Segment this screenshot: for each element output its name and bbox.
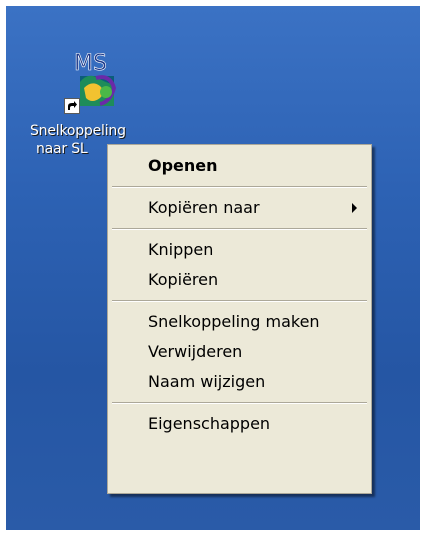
logo-text: MS bbox=[74, 51, 107, 76]
menu-item-kopieren[interactable]: Kopiëren bbox=[108, 265, 371, 295]
menu-separator bbox=[112, 228, 367, 230]
menu-item-label: Kopiëren naar bbox=[148, 198, 260, 217]
menu-separator bbox=[112, 300, 367, 302]
menu-item-knippen[interactable]: Knippen bbox=[108, 235, 371, 265]
screenshot-frame: MS Snelkoppeling naar SL Openen Kopiëren… bbox=[0, 0, 439, 535]
menu-item-naam-wijzigen[interactable]: Naam wijzigen bbox=[108, 367, 371, 397]
submenu-arrow-icon bbox=[352, 203, 357, 213]
desktop-shortcut[interactable]: MS bbox=[64, 48, 128, 118]
menu-item-openen[interactable]: Openen bbox=[108, 151, 371, 181]
menu-separator bbox=[112, 402, 367, 404]
menu-item-kopieren-naar[interactable]: Kopiëren naar bbox=[108, 193, 371, 223]
shortcut-label-line1: Snelkoppeling bbox=[30, 123, 126, 139]
context-menu: Openen Kopiëren naar Knippen Kopiëren Sn… bbox=[107, 144, 372, 494]
menu-item-eigenschappen[interactable]: Eigenschappen bbox=[108, 409, 371, 439]
menu-item-verwijderen[interactable]: Verwijderen bbox=[108, 337, 371, 367]
desktop-background[interactable]: MS Snelkoppeling naar SL Openen Kopiëren… bbox=[6, 6, 420, 530]
menu-item-snelkoppeling-maken[interactable]: Snelkoppeling maken bbox=[108, 307, 371, 337]
shortcut-arrow-icon bbox=[64, 98, 80, 114]
menu-separator bbox=[112, 186, 367, 188]
